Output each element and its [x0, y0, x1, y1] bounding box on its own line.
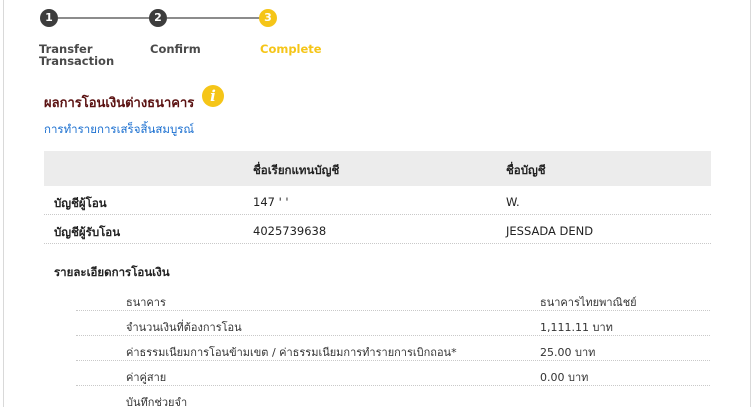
step-connector-2	[167, 17, 260, 19]
detail-label: จำนวนเงินที่ต้องการโอน	[126, 321, 242, 334]
detail-row-amount: จำนวนเงินที่ต้องการโอน 1,111.11 บาท	[76, 311, 710, 336]
step-3-circle: 3	[259, 9, 277, 27]
sender-nickname: 147 ' '	[253, 195, 289, 209]
frame-border-right	[750, 0, 751, 407]
receiver-nickname: 4025739638	[253, 224, 327, 238]
receiver-label: บัญชีผู้รับโอน	[54, 225, 121, 239]
header-nickname: ชื่อเรียกแทนบัญชี	[253, 163, 340, 177]
progress-stepper: 1 2 3 Transfer Transaction Confirm Compl…	[0, 0, 400, 75]
detail-value: ธนาคารไทยพาณิชย์	[540, 296, 637, 309]
step-1-circle: 1	[40, 9, 58, 27]
step-1-label: Transfer Transaction	[39, 43, 114, 67]
step-1-label-line2: Transaction	[39, 54, 115, 68]
detail-value: 25.00 บาท	[540, 346, 596, 359]
detail-row-line-fee: ค่าคู่สาย 0.00 บาท	[76, 361, 710, 386]
receiver-name: JESSADA DEND	[506, 224, 594, 238]
fee-label-text: ค่าธรรมเนียมการโอนข้ามเขต / ค่าธรรมเนียม…	[126, 346, 452, 359]
detail-label: ค่าคู่สาย	[126, 371, 167, 384]
required-asterisk: *	[451, 346, 457, 359]
step-2-label: Confirm	[150, 42, 201, 56]
detail-row-bank: ธนาคาร ธนาคารไทยพาณิชย์	[76, 286, 710, 311]
accounts-table: ชื่อเรียกแทนบัญชี ชื่อบัญชี บัญชีผู้โอน …	[44, 151, 711, 244]
table-row-receiver: บัญชีผู้รับโอน 4025739638 JESSADA DEND	[44, 215, 711, 244]
transfer-details-list: ธนาคาร ธนาคารไทยพาณิชย์ จำนวนเงินที่ต้อง…	[76, 286, 710, 407]
detail-row-memo: บันทึกช่วยจำ	[76, 386, 710, 407]
table-row-sender: บัญชีผู้โอน 147 ' ' W.	[44, 186, 711, 215]
result-title: ผลการโอนเงินต่างธนาคาร	[44, 96, 195, 111]
detail-row-fee: ค่าธรรมเนียมการโอนข้ามเขต / ค่าธรรมเนียม…	[76, 336, 710, 361]
sender-name: W.	[506, 195, 520, 209]
step-2-circle: 2	[149, 9, 167, 27]
detail-label: ธนาคาร	[126, 296, 166, 309]
accounts-table-header: ชื่อเรียกแทนบัญชี ชื่อบัญชี	[44, 151, 711, 186]
detail-label-fee: ค่าธรรมเนียมการโอนข้ามเขต / ค่าธรรมเนียม…	[126, 343, 457, 361]
step-connector-1	[58, 17, 150, 19]
transaction-status: การทำรายการเสร็จสิ้นสมบูรณ์	[44, 122, 195, 136]
detail-label: บันทึกช่วยจำ	[126, 396, 188, 407]
sender-label: บัญชีผู้โอน	[54, 196, 107, 210]
step-3-label: Complete	[260, 42, 322, 56]
header-account-name: ชื่อบัญชี	[506, 163, 546, 177]
detail-value: 0.00 บาท	[540, 371, 589, 384]
detail-value: 1,111.11 บาท	[540, 321, 613, 334]
info-icon[interactable]: i	[202, 85, 224, 107]
details-title: รายละเอียดการโอนเงิน	[54, 265, 170, 279]
